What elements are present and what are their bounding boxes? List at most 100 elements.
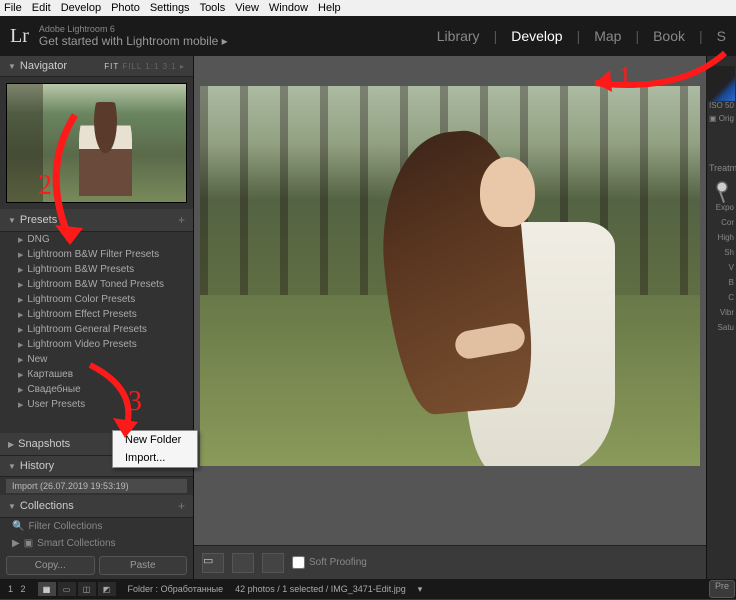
preset-folder[interactable]: ▶Lightroom B&W Filter Presets: [0, 247, 193, 262]
page-indicator: 1 2: [8, 584, 26, 594]
treatment-label: Treatme: [707, 163, 736, 173]
zoom-3-1[interactable]: 3:1: [163, 62, 177, 71]
left-panel: ▼Navigator FIT FILL 1:1 3:1 ▸ ▼Presets +…: [0, 56, 194, 579]
menu-file[interactable]: File: [4, 2, 22, 14]
module-develop[interactable]: Develop: [511, 28, 562, 44]
copy-button[interactable]: Copy...: [6, 556, 95, 575]
module-book[interactable]: Book: [653, 28, 685, 44]
preset-folder[interactable]: ▶Lightroom B&W Presets: [0, 262, 193, 277]
triangle-right-icon: ▶: [18, 281, 23, 289]
triangle-right-icon: ▶: [18, 251, 23, 259]
identity-plate-bar: Lr Adobe Lightroom 6 Get started with Li…: [0, 16, 736, 56]
filter-collections-row[interactable]: 🔍 Filter Collections: [0, 518, 193, 535]
loupe-view-icon[interactable]: ▭: [58, 582, 76, 596]
slider-label: C: [707, 293, 736, 302]
zoom-fit[interactable]: FIT: [104, 62, 119, 71]
triangle-right-icon: ▶: [18, 371, 23, 379]
menu-develop[interactable]: Develop: [61, 2, 101, 14]
preset-folder[interactable]: ▶Карташев: [0, 367, 193, 382]
smart-collections-label: Smart Collections: [37, 538, 115, 549]
folder-breadcrumb[interactable]: Folder : Обработанные: [128, 584, 224, 594]
app-logo: Lr: [10, 25, 29, 48]
slider-label: Expo: [707, 203, 736, 212]
smart-collections-row[interactable]: ▶ ▣ Smart Collections: [0, 535, 193, 552]
slider-label: Satu: [707, 323, 736, 332]
before-after-x-button[interactable]: [262, 553, 284, 573]
add-collection-icon[interactable]: +: [178, 499, 185, 513]
preset-folder[interactable]: ▶Lightroom Video Presets: [0, 337, 193, 352]
compare-view-icon[interactable]: ◫: [78, 582, 96, 596]
zoom-fill[interactable]: FILL: [122, 62, 142, 71]
module-map[interactable]: Map: [594, 28, 621, 44]
histogram[interactable]: [705, 66, 735, 101]
right-panel: ISO 50 ▣ Orig Treatme Expo Cor High Sh V…: [706, 56, 736, 579]
triangle-right-icon: ▶: [18, 341, 23, 349]
soft-proofing-label: Soft Proofing: [309, 557, 367, 568]
preset-folder[interactable]: ▶New: [0, 352, 193, 367]
presets-list: ▶DNG ▶Lightroom B&W Filter Presets ▶Ligh…: [0, 232, 193, 433]
triangle-right-icon: ▶: [18, 401, 23, 409]
menu-edit[interactable]: Edit: [32, 2, 51, 14]
original-label: Orig: [719, 114, 734, 123]
box-icon: ▣: [24, 538, 33, 549]
navigator-thumbnail[interactable]: [6, 83, 187, 203]
selection-summary[interactable]: 42 photos / 1 selected / IMG_3471-Edit.j…: [235, 584, 406, 594]
chevron-down-icon[interactable]: ▾: [418, 584, 423, 595]
menu-help[interactable]: Help: [318, 2, 341, 14]
preset-folder[interactable]: ▶Lightroom B&W Toned Presets: [0, 277, 193, 292]
triangle-down-icon: ▼: [8, 216, 16, 225]
grid-view-icon[interactable]: ▦: [38, 582, 56, 596]
context-new-folder[interactable]: New Folder: [113, 431, 197, 449]
history-entry[interactable]: Import (26.07.2019 19:53:19): [6, 479, 187, 493]
white-balance-picker-icon[interactable]: [712, 177, 732, 197]
preset-folder[interactable]: ▶User Presets: [0, 397, 193, 412]
add-preset-icon[interactable]: +: [178, 213, 185, 227]
triangle-right-icon: ▶: [18, 311, 23, 319]
os-menu-bar: File Edit Develop Photo Settings Tools V…: [0, 0, 736, 16]
presets-context-menu: New Folder Import...: [112, 430, 198, 468]
context-import[interactable]: Import...: [113, 449, 197, 467]
mobile-cta[interactable]: Get started with Lightroom mobile ▸: [39, 34, 228, 48]
presets-header[interactable]: ▼Presets +: [0, 209, 193, 232]
triangle-right-icon: ▶: [12, 538, 20, 549]
filter-collections-label: Filter Collections: [28, 521, 102, 532]
menu-tools[interactable]: Tools: [200, 2, 226, 14]
module-more[interactable]: S: [717, 28, 726, 44]
develop-toolbar: ▭ Soft Proofing: [194, 545, 706, 579]
triangle-down-icon: ▼: [8, 462, 16, 471]
preset-folder[interactable]: ▶Lightroom Effect Presets: [0, 307, 193, 322]
filmstrip-toolbar: 1 2 ▦ ▭ ◫ ◩ Folder : Обработанные 42 pho…: [0, 579, 736, 599]
soft-proofing-checkbox[interactable]: [292, 556, 305, 569]
triangle-down-icon: ▼: [8, 62, 16, 71]
loupe-view[interactable]: [194, 86, 706, 545]
triangle-down-icon: ▼: [8, 502, 16, 511]
triangle-right-icon: ▶: [18, 326, 23, 334]
preset-folder[interactable]: ▶Lightroom General Presets: [0, 322, 193, 337]
menu-photo[interactable]: Photo: [111, 2, 140, 14]
slider-label: V: [707, 263, 736, 272]
iso-readout: ISO 50: [707, 101, 736, 110]
main-photo: [200, 86, 700, 466]
loupe-view-button[interactable]: ▭: [202, 553, 224, 573]
before-after-y-button[interactable]: [232, 553, 254, 573]
menu-view[interactable]: View: [235, 2, 259, 14]
center-panel: ▭ Soft Proofing: [194, 56, 706, 579]
previous-button[interactable]: Pre: [709, 580, 735, 598]
collections-header[interactable]: ▼Collections +: [0, 495, 193, 518]
zoom-1-1[interactable]: 1:1: [145, 62, 159, 71]
preset-folder[interactable]: ▶Lightroom Color Presets: [0, 292, 193, 307]
slider-label: Vibr: [707, 308, 736, 317]
slider-label: Sh: [707, 248, 736, 257]
triangle-right-icon: ▶: [18, 266, 23, 274]
navigator-header[interactable]: ▼Navigator FIT FILL 1:1 3:1 ▸: [0, 56, 193, 77]
preset-folder[interactable]: ▶DNG: [0, 232, 193, 247]
search-icon: 🔍: [12, 521, 24, 532]
triangle-right-icon: ▶: [8, 440, 14, 449]
module-library[interactable]: Library: [437, 28, 480, 44]
menu-window[interactable]: Window: [269, 2, 308, 14]
survey-view-icon[interactable]: ◩: [98, 582, 116, 596]
triangle-right-icon: ▶: [18, 386, 23, 394]
preset-folder[interactable]: ▶Свадебные: [0, 382, 193, 397]
menu-settings[interactable]: Settings: [150, 2, 190, 14]
paste-button[interactable]: Paste: [99, 556, 188, 575]
